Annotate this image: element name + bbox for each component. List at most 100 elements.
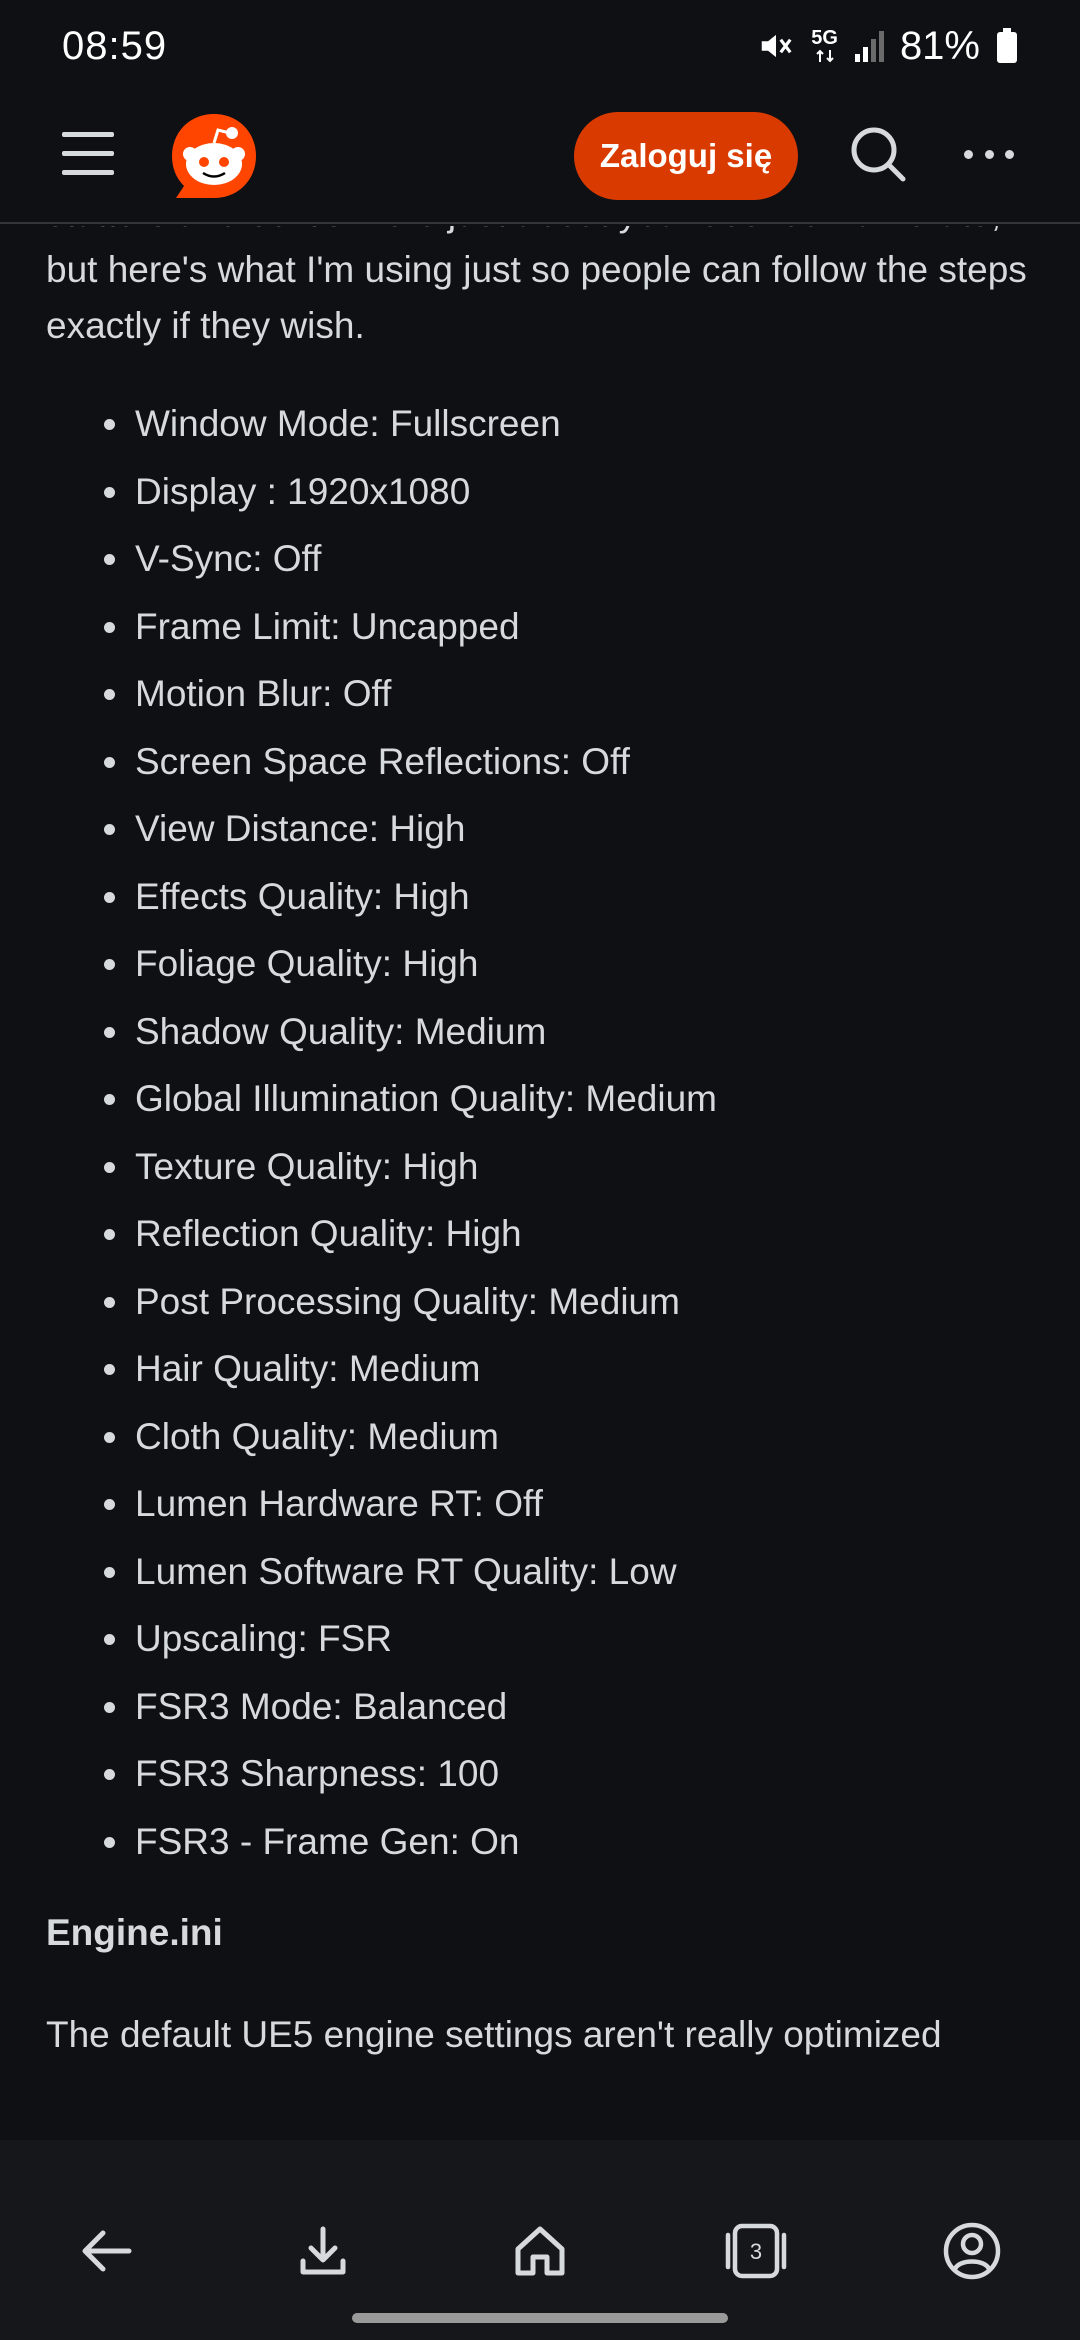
battery-level: 81% (899, 23, 980, 68)
settings-item-text: Reflection Quality: High (135, 1213, 522, 1254)
bullet-icon (104, 1296, 115, 1308)
settings-list-item: Lumen Hardware RT: Off (46, 1470, 1046, 1538)
menu-icon (62, 132, 114, 137)
settings-item-text: Lumen Software RT Quality: Low (135, 1550, 677, 1592)
settings-list-item: Global Illumination Quality: Medium (46, 1065, 1046, 1133)
bullet-icon (104, 1701, 115, 1713)
settings-item-text: Display : 1920x1080 (135, 470, 471, 512)
settings-list-item: FSR3 Sharpness: 100 (46, 1740, 1046, 1808)
settings-list-item: Texture Quality: High (46, 1133, 1046, 1201)
bullet-icon (104, 554, 115, 565)
settings-list-item: Reflection Quality: High (46, 1200, 1046, 1268)
settings-list-item: View Distance: High (46, 795, 1046, 863)
bullet-icon (104, 1094, 115, 1105)
menu-button[interactable] (62, 132, 114, 176)
settings-item-text: Hair Quality: Medium (135, 1348, 481, 1389)
status-bar: 08:59 5G 81% (0, 0, 1080, 92)
network-5g-icon: 5G (811, 28, 838, 64)
bullet-icon (104, 1026, 115, 1038)
settings-item-text: FSR3 - Frame Gen: On (135, 1820, 520, 1862)
settings-item-text: FSR3 Mode: Balanced (135, 1685, 508, 1727)
bullet-icon (104, 756, 115, 768)
section-heading: Engine.ini (46, 1912, 223, 1953)
settings-item-text: Motion Blur: Off (135, 673, 392, 714)
settings-list-item: FSR3 Mode: Balanced (46, 1673, 1046, 1741)
intro-paragraph: stutters and so it's more just about you… (46, 226, 1027, 346)
settings-list: Window Mode: Fullscreen Display : 1920x10… (46, 390, 1046, 1875)
bullet-icon (104, 1364, 115, 1375)
settings-item-text: FSR3 Sharpness: 100 (135, 1753, 500, 1794)
settings-item-text: Lumen Hardware RT: Off (135, 1483, 543, 1524)
download-button[interactable] (288, 2216, 358, 2286)
tabs-button[interactable]: 3 (721, 2216, 791, 2286)
bullet-icon (104, 486, 115, 498)
tabs-icon: 3 (725, 2223, 787, 2279)
bullet-icon (104, 1769, 115, 1780)
settings-list-item: Hair Quality: Medium (46, 1335, 1046, 1403)
settings-list-item: V-Sync: Off (46, 525, 1046, 593)
more-icon (964, 149, 973, 159)
bullet-icon (104, 621, 115, 633)
bullet-icon (104, 689, 115, 700)
settings-list-item: Lumen Software RT Quality: Low (46, 1538, 1046, 1606)
tab-count: 3 (750, 2239, 762, 2264)
settings-item-text: Shadow Quality: Medium (135, 1010, 547, 1052)
bullet-icon (104, 1431, 115, 1443)
settings-list-item: Foliage Quality: High (46, 930, 1046, 998)
profile-icon (943, 2222, 1001, 2280)
bullet-icon (104, 1229, 115, 1240)
settings-item-text: Frame Limit: Uncapped (135, 605, 520, 647)
settings-list-item: Display : 1920x1080 (46, 458, 1046, 526)
settings-item-text: Texture Quality: High (135, 1145, 479, 1187)
bullet-icon (104, 419, 115, 430)
settings-list-item: Screen Space Reflections: Off (46, 728, 1046, 796)
download-icon (300, 2226, 346, 2275)
settings-item-text: Window Mode: Fullscreen (135, 403, 561, 444)
settings-item-text: Post Processing Quality: Medium (135, 1280, 680, 1322)
mute-icon (757, 27, 795, 65)
reddit-logo[interactable] (168, 110, 260, 202)
settings-item-text: Global Illumination Quality: Medium (135, 1078, 717, 1119)
search-button[interactable] (848, 124, 908, 184)
settings-list-item: Post Processing Quality: Medium (46, 1268, 1046, 1336)
status-time: 08:59 (62, 23, 168, 68)
settings-list-item: Shadow Quality: Medium (46, 998, 1046, 1066)
settings-list-item: Cloth Quality: Medium (46, 1403, 1046, 1471)
signal-icon (854, 30, 884, 62)
settings-item-text: Cloth Quality: Medium (135, 1415, 499, 1457)
app-header: Zaloguj się (0, 92, 1080, 224)
bottom-nav: 3 (0, 2140, 1080, 2340)
more-options-button[interactable] (964, 134, 1014, 174)
home-icon (515, 2226, 565, 2276)
settings-item-text: Effects Quality: High (135, 875, 470, 917)
settings-item-text: View Distance: High (135, 808, 466, 849)
back-button[interactable] (72, 2216, 142, 2286)
settings-list-item: Frame Limit: Uncapped (46, 593, 1046, 661)
bullet-icon (104, 1566, 115, 1578)
search-icon (851, 127, 906, 182)
settings-item-text: V-Sync: Off (135, 538, 322, 579)
bullet-icon (104, 1836, 115, 1848)
bullet-icon (104, 824, 115, 835)
home-button[interactable] (505, 2216, 575, 2286)
bullet-icon (104, 959, 115, 970)
settings-list-item: FSR3 - Frame Gen: On (46, 1808, 1046, 1876)
post-content: stutters and so it's more just about you… (0, 226, 1080, 2140)
settings-item-text: Foliage Quality: High (135, 943, 479, 984)
screen: 08:59 5G 81% Zaloguj się but here's what… (0, 0, 1080, 2340)
bullet-icon (104, 1634, 115, 1645)
settings-item-text: Upscaling: FSR (135, 1618, 393, 1659)
bullet-icon (104, 1499, 115, 1510)
settings-list-item: Upscaling: FSR (46, 1605, 1046, 1673)
login-button[interactable]: Zaloguj się (574, 112, 798, 200)
bullet-icon (104, 1161, 115, 1173)
gesture-bar[interactable] (352, 2313, 728, 2323)
settings-list-item: Effects Quality: High (46, 863, 1046, 931)
back-arrow-icon (82, 2230, 132, 2272)
settings-list-item: Window Mode: Fullscreen (46, 390, 1046, 458)
settings-list-item: Motion Blur: Off (46, 660, 1046, 728)
bullet-icon (104, 891, 115, 903)
network-label: 5G (811, 27, 838, 49)
profile-button[interactable] (937, 2216, 1007, 2286)
outro-paragraph: The default UE5 engine settings aren't r… (46, 2014, 942, 2055)
